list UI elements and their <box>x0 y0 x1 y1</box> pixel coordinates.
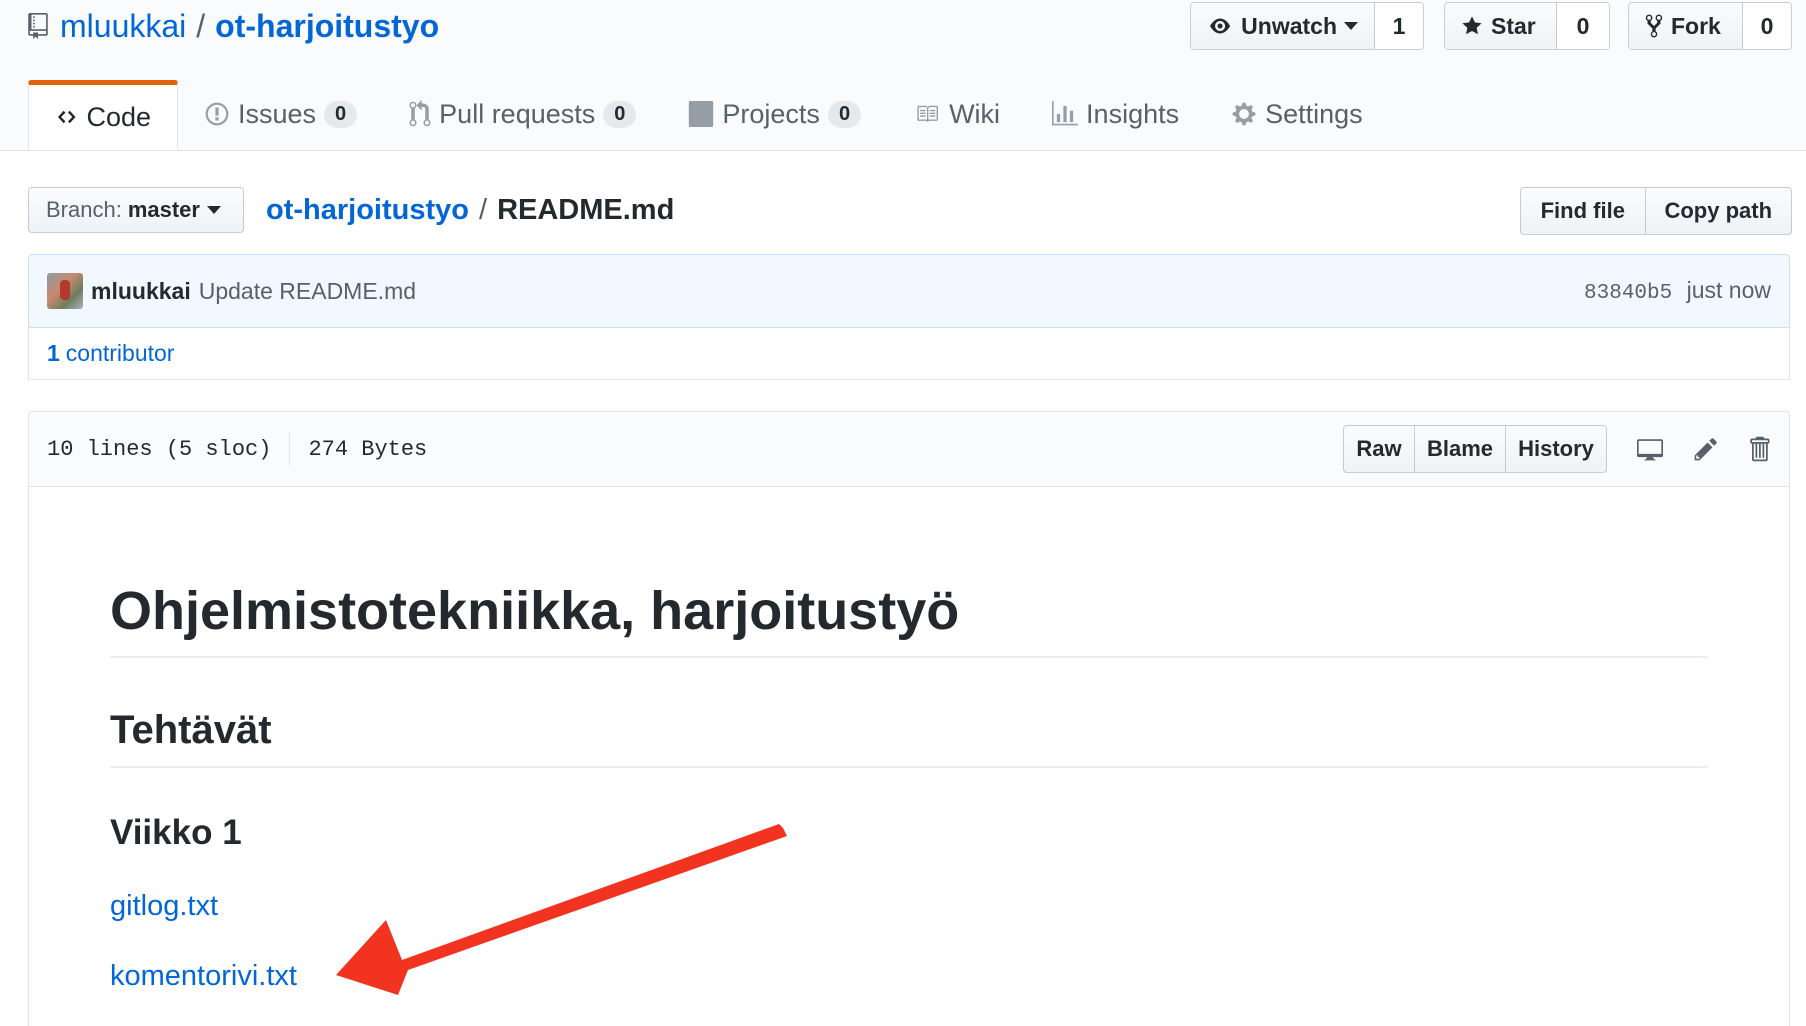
tab-projects[interactable]: Projects 0 <box>662 80 887 148</box>
contributor-count: 1 <box>47 340 60 366</box>
contributors-link[interactable]: 1 contributor <box>47 340 174 367</box>
tab-code-label: Code <box>86 101 151 132</box>
book-icon <box>917 105 939 123</box>
fork-group: Fork 0 <box>1628 2 1792 50</box>
watch-group: Unwatch 1 <box>1190 2 1424 50</box>
repo-icon <box>28 13 48 39</box>
commit-time: just now <box>1686 277 1771 303</box>
chevron-down-icon <box>206 206 221 214</box>
fork-icon <box>1645 14 1663 38</box>
repo-nav-tabs: Code Issues 0 Pull requests 0 Projects 0… <box>28 80 1389 150</box>
contributors-bar: 1 contributor <box>28 328 1790 380</box>
tab-code[interactable]: Code <box>28 80 178 150</box>
commit-author-link[interactable]: mluukkai <box>91 278 191 305</box>
file-info-divider <box>289 432 291 466</box>
pull-request-icon <box>409 100 431 127</box>
commit-sha-link[interactable]: 83840b5 <box>1584 282 1672 305</box>
tab-projects-label: Projects <box>722 98 820 129</box>
readme-heading-tasks: Tehtävät <box>110 694 1708 768</box>
tab-wiki[interactable]: Wiki <box>887 80 1026 148</box>
tab-pull-requests[interactable]: Pull requests 0 <box>383 80 662 148</box>
breadcrumb-separator: / <box>479 193 488 226</box>
issues-counter: 0 <box>324 100 358 128</box>
file-view-buttons: Raw Blame History <box>1343 425 1607 473</box>
tab-insights-label: Insights <box>1086 98 1180 129</box>
branch-label: Branch: <box>46 197 122 222</box>
tab-settings-label: Settings <box>1265 98 1363 129</box>
repo-name-link[interactable]: ot-harjoitustyo <box>215 8 439 45</box>
file-info: 10 lines (5 sloc) 274 Bytes <box>47 412 427 486</box>
unwatch-label: Unwatch <box>1241 12 1337 39</box>
code-icon <box>57 110 76 124</box>
readme-heading-week: Viikko 1 <box>110 813 242 852</box>
find-file-button[interactable]: Find file <box>1521 188 1646 234</box>
avatar[interactable] <box>47 273 83 309</box>
fork-count[interactable]: 0 <box>1743 3 1791 49</box>
tab-wiki-label: Wiki <box>949 98 1001 129</box>
star-group: Star 0 <box>1444 2 1610 50</box>
raw-button[interactable]: Raw <box>1344 426 1415 472</box>
issue-opened-icon <box>205 102 229 126</box>
star-button[interactable]: Star <box>1445 3 1557 49</box>
file-lines: 10 lines (5 sloc) <box>47 436 272 462</box>
commit-tease: mluukkai Update README.md 83840b5 just n… <box>28 254 1790 328</box>
trash-icon[interactable] <box>1747 435 1771 463</box>
pull-requests-counter: 0 <box>603 100 637 128</box>
gear-icon <box>1232 102 1256 126</box>
repo-separator: / <box>196 7 206 44</box>
file-nav-buttons: Find file Copy path <box>1520 187 1792 235</box>
tab-pull-requests-label: Pull requests <box>439 98 596 129</box>
unwatch-button[interactable]: Unwatch <box>1191 3 1375 49</box>
projects-counter: 0 <box>827 100 862 128</box>
project-icon <box>689 101 714 127</box>
branch-value: master <box>127 197 200 222</box>
graph-icon <box>1052 101 1079 126</box>
tab-issues-label: Issues <box>238 98 317 129</box>
chevron-down-icon <box>1344 22 1358 30</box>
readme-link-gitlog[interactable]: gitlog.txt <box>110 886 218 926</box>
contributor-label: contributor <box>65 340 175 366</box>
breadcrumb: ot-harjoitustyo / README.md <box>266 188 674 232</box>
history-button[interactable]: History <box>1506 426 1606 472</box>
file-actions: Raw Blame History <box>1343 412 1771 486</box>
annotation-arrow-icon <box>336 824 787 995</box>
repo-title: mluukkai / ot-harjoitustyo <box>28 4 439 48</box>
commit-message-link[interactable]: Update README.md <box>199 278 416 305</box>
star-count[interactable]: 0 <box>1557 3 1609 49</box>
desktop-icon[interactable] <box>1635 436 1665 462</box>
tab-settings[interactable]: Settings <box>1205 80 1389 148</box>
copy-path-button[interactable]: Copy path <box>1646 188 1791 234</box>
file-header: 10 lines (5 sloc) 274 Bytes Raw Blame Hi… <box>28 411 1790 487</box>
branch-select-button[interactable]: Branch: master <box>28 187 244 233</box>
fork-button[interactable]: Fork <box>1629 3 1743 49</box>
commit-meta: 83840b5 just now <box>1584 277 1771 305</box>
tab-insights[interactable]: Insights <box>1026 80 1205 148</box>
readme-link-komentorivi[interactable]: komentorivi.txt <box>110 956 297 996</box>
star-icon <box>1462 16 1482 35</box>
star-label: Star <box>1491 12 1536 39</box>
pencil-icon[interactable] <box>1693 436 1719 462</box>
file-size: 274 Bytes <box>308 436 428 462</box>
breadcrumb-repo-link[interactable]: ot-harjoitustyo <box>266 194 469 227</box>
blame-button[interactable]: Blame <box>1415 426 1506 472</box>
tab-issues[interactable]: Issues 0 <box>178 80 383 148</box>
fork-label: Fork <box>1671 12 1721 39</box>
eye-icon <box>1210 18 1231 34</box>
watch-count[interactable]: 1 <box>1375 3 1423 49</box>
breadcrumb-file: README.md <box>497 193 675 226</box>
readme-title: Ohjelmistotekniikka, harjoitustyö <box>110 566 1708 658</box>
repo-owner-link[interactable]: mluukkai <box>60 8 186 45</box>
